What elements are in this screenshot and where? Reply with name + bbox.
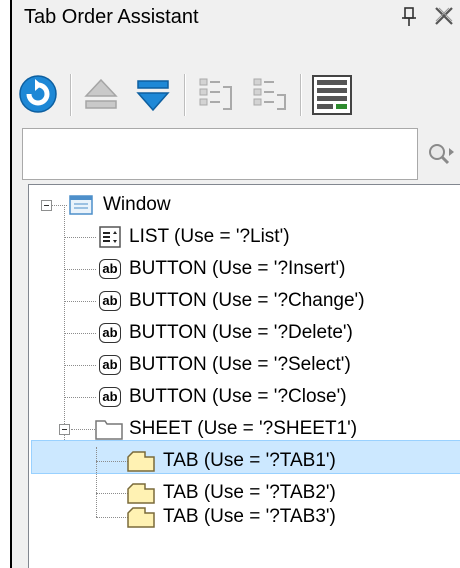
panel-titlebar: Tab Order Assistant (12, 0, 460, 36)
list-icon (199, 78, 232, 110)
toolbar-separator (300, 74, 302, 116)
tree-node-tab-selected[interactable]: TAB (Use = '?TAB1') (29, 445, 459, 477)
arrow-down-icon (136, 80, 170, 112)
sheet-icon (95, 420, 123, 440)
tree-node-tab[interactable]: TAB (Use = '?TAB3') (29, 501, 459, 533)
toolbar-separator (184, 74, 186, 116)
toolbar-separator (70, 74, 72, 116)
tree-node-button[interactable]: ab BUTTON (Use = '?Delete') (29, 317, 459, 349)
list-button-2[interactable] (244, 66, 294, 124)
button-icon: ab (99, 355, 121, 375)
tree-node-label: BUTTON (Use = '?Close') (129, 386, 347, 407)
tree-node-button[interactable]: ab BUTTON (Use = '?Close') (29, 381, 459, 413)
tree-node-sheet[interactable]: SHEET (Use = '?SHEET1') (29, 413, 459, 445)
tree-node-label: BUTTON (Use = '?Select') (129, 354, 351, 375)
move-up-button[interactable] (76, 66, 126, 124)
move-down-button[interactable] (128, 66, 178, 124)
tree-node-label: TAB (Use = '?TAB1') (163, 450, 336, 471)
search-input[interactable] (23, 129, 433, 179)
tree-node-label: SHEET (Use = '?SHEET1') (129, 418, 358, 439)
tree-node-button[interactable]: ab BUTTON (Use = '?Select') (29, 349, 459, 381)
tab-order-tree[interactable]: Window LIST (Use = '?List') ab BUTTON (U… (28, 184, 460, 568)
tree-node-button[interactable]: ab BUTTON (Use = '?Insert') (29, 253, 459, 285)
tree-node-label: BUTTON (Use = '?Delete') (129, 322, 353, 343)
close-icon[interactable] (432, 4, 456, 34)
tab-folder-icon (127, 451, 155, 472)
search-icon (429, 144, 454, 165)
panel-title: Tab Order Assistant (24, 6, 199, 28)
tree-node-button[interactable]: ab BUTTON (Use = '?Change') (29, 285, 459, 317)
tree-node-label: TAB (Use = '?TAB3') (163, 506, 336, 527)
search-button[interactable] (424, 138, 458, 172)
list-button-1[interactable] (190, 66, 240, 124)
list-icon (253, 78, 286, 110)
button-icon: ab (99, 259, 121, 279)
button-icon: ab (99, 387, 121, 407)
tree-node-list[interactable]: LIST (Use = '?List') (29, 221, 459, 253)
tab-order-assistant-panel: Tab Order Assistant Window LIST (Use = '… (10, 0, 460, 568)
tree-node-label: LIST (Use = '?List') (129, 226, 290, 247)
refresh-button[interactable] (14, 66, 66, 124)
layout-button[interactable] (306, 66, 358, 124)
arrow-up-icon (84, 78, 118, 109)
refresh-icon (19, 75, 57, 113)
button-icon: ab (99, 291, 121, 311)
pin-icon[interactable] (400, 6, 418, 34)
list-box-icon (99, 226, 121, 248)
tree-node-label: BUTTON (Use = '?Change') (129, 290, 365, 311)
window-icon (69, 195, 93, 215)
button-icon: ab (99, 323, 121, 343)
layout-icon (312, 75, 352, 115)
tree-node-window[interactable]: Window (29, 189, 459, 221)
toolbar (12, 66, 460, 124)
tree-node-label: BUTTON (Use = '?Insert') (129, 258, 346, 279)
tree-node-label: Window (103, 194, 171, 215)
search-field[interactable] (22, 128, 433, 180)
tab-folder-icon (127, 507, 155, 528)
